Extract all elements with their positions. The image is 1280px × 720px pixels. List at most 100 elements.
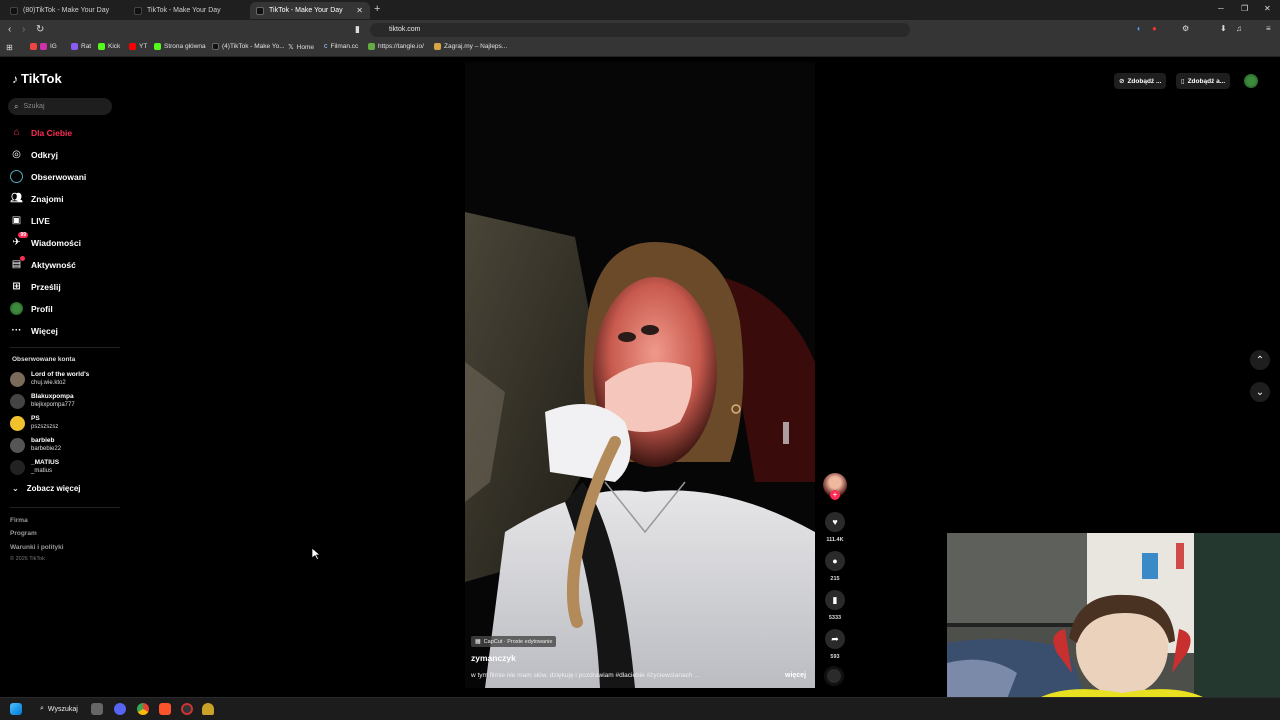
see-more-button[interactable]: ⌄ Zobacz więcej <box>12 484 81 493</box>
bookmark-tiktok[interactable]: (4)TikTok - Make Yo... <box>212 43 285 50</box>
bookmark-yt[interactable]: YT <box>129 43 147 50</box>
following-icon <box>10 170 23 183</box>
next-video-button[interactable]: ⌄ <box>1250 382 1270 402</box>
brave-icon[interactable] <box>159 703 171 715</box>
minimize-icon[interactable]: ─ <box>1218 4 1224 13</box>
get-coins-button[interactable]: ⊘ Zdobądź ... <box>1114 73 1167 89</box>
windows-start-icon[interactable] <box>10 703 22 715</box>
apps-grid-icon[interactable]: ⊞ <box>6 43 13 52</box>
reload-icon[interactable]: ↻ <box>36 24 44 35</box>
bookmark-favicon-icon <box>30 43 37 50</box>
followed-account[interactable]: PS pszszszsz <box>10 415 58 431</box>
task-view-icon[interactable] <box>91 703 103 715</box>
bookmark-strona[interactable]: Strona główna <box>154 43 206 50</box>
taskbar-search[interactable]: ⌕ Wyszukaj <box>34 702 84 716</box>
logo-text: TikTok <box>21 71 62 86</box>
bookmark-filman[interactable]: ϲ Filman.cc <box>324 43 358 50</box>
app-icon[interactable] <box>202 703 214 715</box>
browser-tab-1[interactable]: (80)TikTok - Make Your Day <box>4 2 126 19</box>
chevron-down-icon: ⌄ <box>1255 386 1265 398</box>
nav-odkryj[interactable]: ◎ Odkryj <box>10 148 58 161</box>
account-handle: pszszszsz <box>31 424 59 430</box>
app-icon[interactable] <box>181 703 193 715</box>
download-icon[interactable]: ⬇ <box>1220 24 1227 33</box>
footer-link-terms[interactable]: Warunki i polityki <box>10 544 64 551</box>
nav-wiecej[interactable]: ··· Więcej <box>10 324 58 337</box>
save-button[interactable]: ▮ <box>825 590 845 610</box>
share-button[interactable]: ➦ <box>825 629 845 649</box>
video-author[interactable]: zymanczyk <box>471 653 516 663</box>
account-handle: chuj.wie.kto2 <box>31 380 66 386</box>
music-disc-icon[interactable] <box>824 666 844 686</box>
instagram-icon <box>40 43 47 50</box>
nav-przeslij[interactable]: ⊞ Prześlij <box>10 280 60 293</box>
bookmark-ig[interactable]: IG <box>30 43 57 50</box>
profile-avatar[interactable] <box>1244 74 1258 88</box>
bookmark-icon: ▮ <box>832 594 838 605</box>
nav-live[interactable]: ▣ LIVE <box>10 214 50 227</box>
audio-icon[interactable]: ◖ <box>1136 24 1141 33</box>
avatar <box>10 393 25 409</box>
tiktok-favicon-icon <box>10 6 18 15</box>
messages-badge: 99 <box>18 232 28 238</box>
bookmark-x-home[interactable]: 𝕏 Home <box>288 43 314 52</box>
sidebar-divider <box>10 507 120 508</box>
tab-title: TikTok - Make Your Day <box>269 7 343 14</box>
new-tab-icon[interactable]: + <box>374 3 380 15</box>
bookmark-kick[interactable]: Kick <box>98 43 120 50</box>
bookmark-rat[interactable]: Rat <box>71 43 91 50</box>
tiktok-logo[interactable]: ♪ TikTok <box>12 71 62 86</box>
footer-link-firma[interactable]: Firma <box>10 517 28 524</box>
webcam-overlay <box>947 533 1280 699</box>
nav-dla-ciebie[interactable]: ⌂ Dla Ciebie <box>10 126 72 139</box>
tab-title: (80)TikTok - Make Your Day <box>23 7 110 14</box>
chrome-icon[interactable] <box>137 703 149 715</box>
search-input[interactable]: ⌕ Szukaj <box>8 98 112 115</box>
close-window-icon[interactable]: ✕ <box>1264 4 1271 13</box>
menu-icon[interactable]: ≡ <box>1266 24 1271 33</box>
like-count: 111.4K <box>826 537 844 543</box>
bookmark-zagraj[interactable]: Zagraj.my – Najleps... <box>434 43 507 50</box>
nav-label: Odkryj <box>31 149 58 160</box>
get-app-button[interactable]: ▯ Zdobądź a... <box>1176 73 1231 89</box>
music-icon[interactable]: ♫ <box>1236 24 1242 33</box>
comment-button[interactable]: ● <box>825 551 845 571</box>
followed-account[interactable]: Blakuxpompa blejkxpompa777 <box>10 393 75 409</box>
browser-tab-3-active[interactable]: TikTok - Make Your Day ✕ <box>250 2 370 19</box>
see-more-label: Zobacz więcej <box>26 484 81 493</box>
like-button[interactable]: ♥ <box>825 512 845 532</box>
account-name: Lord of the world's <box>31 371 90 378</box>
follow-plus-icon[interactable]: + <box>830 490 840 500</box>
filman-icon: ϲ <box>324 43 328 50</box>
compass-icon: ◎ <box>12 149 21 160</box>
followed-account[interactable]: _MATIUS _matius <box>10 459 59 475</box>
url-bar[interactable]: tiktok.com <box>370 23 910 37</box>
account-name: Blakuxpompa <box>31 393 74 400</box>
restore-icon[interactable]: ❐ <box>1241 4 1248 13</box>
chevron-up-icon: ⌃ <box>1255 354 1265 366</box>
capcut-label[interactable]: ▦ CapCut · Proste edytowanie <box>471 636 557 647</box>
record-icon[interactable]: ● <box>1152 24 1157 33</box>
bookmark-icon[interactable]: ▮ <box>355 24 360 35</box>
forward-icon[interactable]: › <box>22 24 25 35</box>
extensions-icon[interactable]: ⚙ <box>1182 24 1189 33</box>
browser-tab-2[interactable]: TikTok - Make Your Day <box>128 2 250 19</box>
nav-znajomi[interactable]: 👥︎ Znajomi <box>10 192 63 205</box>
followed-account[interactable]: barbieb barbebie22 <box>10 437 61 453</box>
share-count: 593 <box>830 654 840 660</box>
back-icon[interactable]: ‹ <box>8 24 11 35</box>
discord-icon[interactable] <box>114 703 126 715</box>
nav-wiadomosci[interactable]: ✈ 99 Wiadomości <box>10 232 81 249</box>
previous-video-button[interactable]: ⌃ <box>1250 350 1270 370</box>
video-player[interactable] <box>465 62 815 688</box>
nav-aktywnosc[interactable]: ▤ Aktywność <box>10 256 76 271</box>
footer-link-program[interactable]: Program <box>10 530 37 537</box>
nav-profil[interactable]: Profil <box>10 302 53 315</box>
tab-title: TikTok - Make Your Day <box>147 7 221 14</box>
url-text: tiktok.com <box>389 26 421 33</box>
nav-obserwowani[interactable]: Obserwowani <box>10 170 86 183</box>
followed-account[interactable]: Lord of the world's chuj.wie.kto2 <box>10 371 89 387</box>
close-tab-icon[interactable]: ✕ <box>356 6 363 15</box>
caption-more-button[interactable]: więcej <box>785 672 806 679</box>
bookmark-tangle[interactable]: https://tangle.io/ <box>368 43 424 50</box>
